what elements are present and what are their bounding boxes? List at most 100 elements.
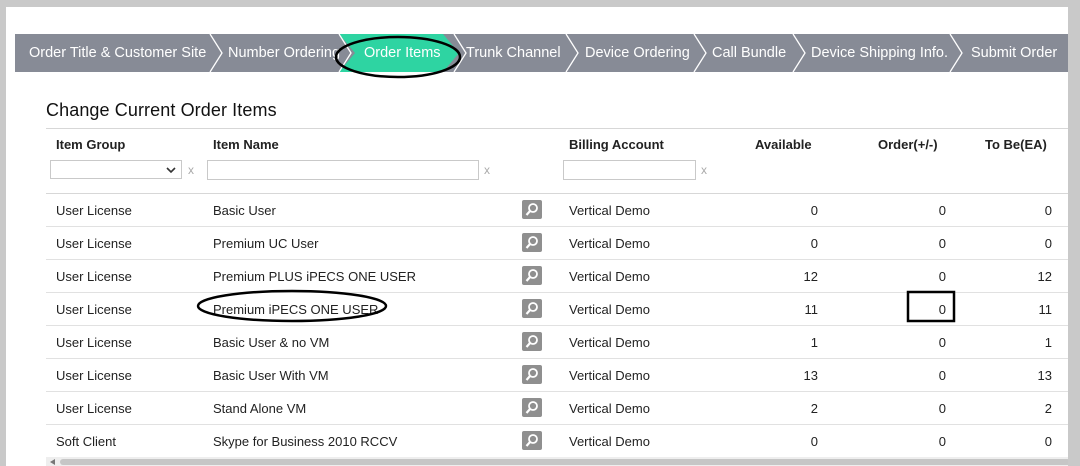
wizard-steps: Order Title & Customer Site Number Order… [15,34,1068,72]
table-row[interactable]: User License Premium PLUS iPECS ONE USER… [46,260,1068,293]
page-title: Change Current Order Items [46,100,277,120]
table-row[interactable]: Soft Client Skype for Business 2010 RCCV… [46,425,1068,458]
chevron-separator-icon [209,34,223,72]
header-available[interactable]: Available [755,137,812,152]
cell-available: 12 [803,269,818,284]
scroll-left-icon[interactable] [49,458,57,466]
lookup-button[interactable] [522,398,542,417]
lookup-button[interactable] [522,299,542,318]
cell-order[interactable]: 0 [886,401,946,416]
step-label: Trunk Channel [466,45,561,61]
cell-item-name: Basic User [213,203,276,218]
search-icon [525,302,538,315]
table-row[interactable]: User License Basic User With VM Vertical… [46,359,1068,392]
step-number-ordering[interactable]: Number Ordering [228,34,340,72]
step-label: Order Title & Customer Site [29,45,207,61]
chevron-down-icon [166,167,176,174]
header-item-name[interactable]: Item Name [213,137,279,152]
cell-available: 0 [810,236,818,251]
chevron-separator-icon [693,34,707,72]
cell-available: 11 [804,302,819,317]
cell-order[interactable]: 0 [886,203,946,218]
header-order[interactable]: Order(+/-) [878,137,938,152]
cell-item-name: Premium UC User [213,236,319,251]
clear-billing-account-filter[interactable]: x [701,163,707,177]
cell-billing-account: Vertical Demo [569,401,650,416]
cell-to-be: 11 [1038,302,1053,317]
cell-available: 13 [803,368,818,383]
chevron-separator-icon [565,34,579,72]
cell-to-be: 12 [1037,269,1052,284]
table-row[interactable]: User License Basic User & no VM Vertical… [46,326,1068,359]
cell-order[interactable]: 0 [886,335,946,350]
clear-item-name-filter[interactable]: x [484,163,490,177]
cell-billing-account: Vertical Demo [569,236,650,251]
cell-item-group: Soft Client [56,434,116,449]
cell-item-group: User License [56,401,132,416]
cell-item-name: Premium PLUS iPECS ONE USER [213,269,416,284]
cell-billing-account: Vertical Demo [569,434,650,449]
search-icon [525,203,538,216]
cell-order[interactable]: 0 [886,269,946,284]
step-label: Device Shipping Info. [811,45,949,61]
cell-to-be: 0 [1044,236,1052,251]
cell-item-group: User License [56,236,132,251]
step-trunk-channel[interactable]: Trunk Channel [466,34,561,72]
scrollbar-thumb[interactable] [60,459,1068,465]
cell-to-be: 1 [1044,335,1052,350]
chevron-separator-icon [792,34,806,72]
lookup-button[interactable] [522,266,542,285]
search-icon [525,401,538,414]
cell-to-be: 0 [1044,203,1052,218]
table-row[interactable]: User License Premium UC User Vertical De… [46,227,1068,260]
step-submit-order[interactable]: Submit Order [971,34,1057,72]
table-row[interactable]: User License Stand Alone VM Vertical Dem… [46,392,1068,425]
step-label: Order Items [364,45,441,61]
cell-to-be: 0 [1044,434,1052,449]
cell-order[interactable]: 0 [886,434,946,449]
clear-item-group-filter[interactable]: x [188,163,194,177]
search-icon [525,236,538,249]
cell-billing-account: Vertical Demo [569,203,650,218]
search-icon [525,269,538,282]
step-device-ordering[interactable]: Device Ordering [585,34,690,72]
cell-item-group: User License [56,302,132,317]
lookup-button[interactable] [522,431,542,450]
table-row[interactable]: User License Basic User Vertical Demo 0 … [46,194,1068,227]
step-order-items[interactable]: Order Items [364,34,441,72]
cell-item-group: User License [56,335,132,350]
lookup-button[interactable] [522,365,542,384]
cell-order[interactable]: 0 [886,368,946,383]
step-call-bundle[interactable]: Call Bundle [712,34,786,72]
cell-item-name: Stand Alone VM [213,401,307,416]
lookup-button[interactable] [522,332,542,351]
lookup-button[interactable] [522,233,542,252]
cell-item-group: User License [56,269,132,284]
cell-available: 2 [810,401,818,416]
cell-item-group: User License [56,368,132,383]
step-order-title-customer-site[interactable]: Order Title & Customer Site [29,34,206,72]
header-to-be[interactable]: To Be(EA) [985,137,1047,152]
table-top-border [46,128,1068,129]
chevron-separator-icon [453,34,467,72]
cell-billing-account: Vertical Demo [569,302,650,317]
header-item-group[interactable]: Item Group [56,137,125,152]
horizontal-scrollbar[interactable] [46,457,1068,466]
item-group-filter-select[interactable] [50,160,182,179]
chevron-separator-icon [338,34,352,72]
lookup-button[interactable] [522,200,542,219]
step-label: Submit Order [971,45,1058,61]
header-billing-account[interactable]: Billing Account [569,137,664,152]
item-name-filter-input[interactable] [207,160,479,180]
step-device-shipping-info[interactable]: Device Shipping Info. [811,34,948,72]
step-label: Call Bundle [712,45,787,61]
cell-billing-account: Vertical Demo [569,269,650,284]
billing-account-filter-input[interactable] [563,160,696,180]
cell-order[interactable]: 0 [886,302,946,317]
table-row[interactable]: User License Premium iPECS ONE USER Vert… [46,293,1068,326]
cell-available: 0 [810,203,818,218]
cell-order[interactable]: 0 [886,236,946,251]
cell-item-name: Premium iPECS ONE USER [213,302,379,317]
application-frame: Order Title & Customer Site Number Order… [6,7,1068,466]
cell-to-be: 2 [1044,401,1052,416]
